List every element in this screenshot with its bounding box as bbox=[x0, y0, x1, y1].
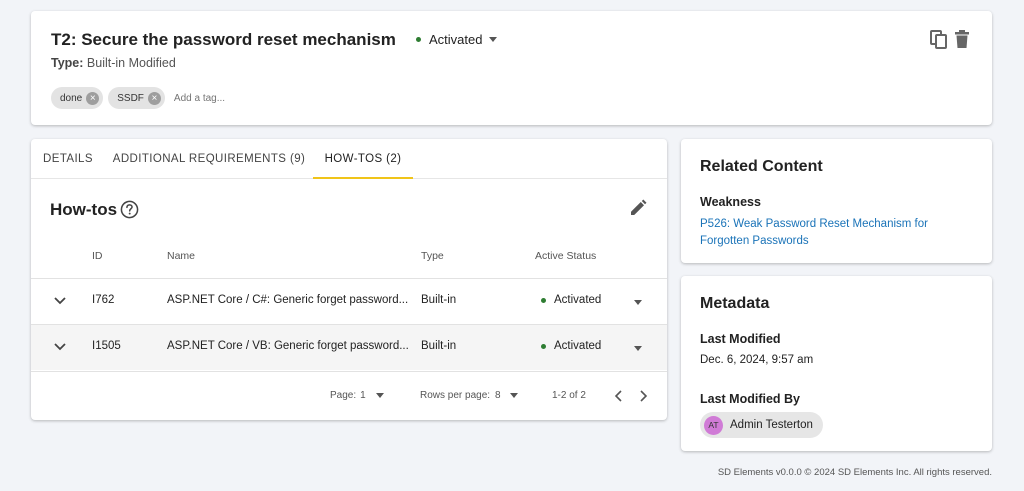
help-icon[interactable] bbox=[120, 200, 139, 219]
cell-id: I762 bbox=[92, 294, 115, 306]
caret-down-icon bbox=[489, 37, 498, 42]
status-caret-down-icon[interactable] bbox=[634, 300, 642, 305]
caret-down-icon bbox=[509, 393, 518, 398]
type-value: Built-in Modified bbox=[86, 56, 176, 70]
column-header-id[interactable]: ID bbox=[92, 250, 103, 262]
tag-chip[interactable]: done × bbox=[51, 87, 104, 109]
status-dot-icon bbox=[541, 343, 546, 349]
last-modified-by-label: Last Modified By bbox=[700, 392, 801, 406]
page-value: 1 bbox=[360, 390, 366, 401]
chevron-down-icon[interactable] bbox=[53, 342, 67, 352]
cell-type: Built-in bbox=[421, 340, 457, 352]
edit-icon[interactable] bbox=[629, 199, 647, 217]
cell-status-label: Activated bbox=[554, 294, 602, 306]
chevron-right-icon[interactable] bbox=[638, 390, 648, 402]
status-label: Activated bbox=[429, 32, 483, 47]
status-dropdown[interactable]: Activated bbox=[416, 32, 498, 47]
table-row[interactable]: I762 ASP.NET Core / C#: Generic forget p… bbox=[31, 278, 667, 324]
column-header-active-status[interactable]: Active Status bbox=[535, 250, 596, 262]
user-name: Admin Testerton bbox=[730, 419, 813, 431]
cell-status: Activated bbox=[541, 294, 601, 306]
type-label: Type: bbox=[51, 56, 84, 70]
tag-chip[interactable]: SSDF × bbox=[108, 87, 165, 109]
weakness-link[interactable]: P526: Weak Password Reset Mechanism for … bbox=[700, 216, 970, 250]
column-header-name[interactable]: Name bbox=[167, 250, 195, 262]
weakness-label: Weakness bbox=[700, 195, 761, 209]
remove-tag-icon[interactable]: × bbox=[86, 91, 100, 105]
status-dot-icon bbox=[416, 37, 421, 42]
status-caret-down-icon[interactable] bbox=[634, 346, 642, 351]
chevron-left-icon[interactable] bbox=[614, 390, 624, 402]
rows-per-page-value: 8 bbox=[495, 390, 501, 401]
avatar: AT bbox=[704, 415, 723, 435]
status-dot-icon bbox=[541, 297, 546, 303]
cell-name: ASP.NET Core / VB: Generic forget passwo… bbox=[167, 340, 409, 352]
rows-per-page-label: Rows per page: bbox=[420, 390, 491, 401]
page-range: 1-2 of 2 bbox=[552, 390, 586, 401]
user-chip[interactable]: AT Admin Testerton bbox=[700, 412, 823, 438]
copyright-footer: SD Elements v0.0.0 © 2024 SD Elements In… bbox=[717, 467, 992, 478]
remove-tag-icon[interactable]: × bbox=[147, 91, 161, 105]
rows-per-page-select[interactable]: Rows per page: 8 bbox=[420, 390, 518, 401]
page-select[interactable]: Page: 1 bbox=[330, 390, 384, 401]
pagination-bar: Page: 1 Rows per page: 8 1-2 of 2 bbox=[31, 371, 667, 420]
cell-id: I1505 bbox=[92, 340, 121, 352]
cell-type: Built-in bbox=[421, 294, 457, 306]
tab-details[interactable]: DETAILS bbox=[31, 139, 105, 179]
related-content-card: Related Content Weakness P526: Weak Pass… bbox=[681, 139, 992, 263]
metadata-title: Metadata bbox=[700, 295, 770, 312]
caret-down-icon bbox=[375, 393, 384, 398]
copy-icon[interactable] bbox=[930, 30, 948, 50]
delete-icon[interactable] bbox=[954, 30, 970, 50]
task-header-card: T2: Secure the password reset mechanism … bbox=[31, 11, 992, 125]
section-title: How-tos bbox=[50, 200, 118, 219]
page-title: T2: Secure the password reset mechanism bbox=[51, 30, 396, 49]
table-row[interactable]: I1505 ASP.NET Core / VB: Generic forget … bbox=[31, 324, 667, 370]
last-modified-value: Dec. 6, 2024, 9:57 am bbox=[700, 354, 814, 366]
add-tag-input[interactable] bbox=[173, 92, 294, 104]
cell-status: Activated bbox=[541, 340, 601, 352]
tag-label: SSDF bbox=[117, 92, 144, 104]
cell-status-label: Activated bbox=[554, 340, 602, 352]
tab-how-tos[interactable]: HOW-TOS (2) bbox=[313, 139, 413, 179]
how-tos-card: DETAILS ADDITIONAL REQUIREMENTS (9) HOW-… bbox=[31, 139, 667, 420]
tag-label: done bbox=[60, 92, 83, 104]
header-actions bbox=[930, 30, 970, 50]
chevron-down-icon[interactable] bbox=[53, 296, 67, 306]
page-label: Page: bbox=[330, 390, 357, 401]
cell-name: ASP.NET Core / C#: Generic forget passwo… bbox=[167, 294, 409, 306]
tab-bar: DETAILS ADDITIONAL REQUIREMENTS (9) HOW-… bbox=[31, 139, 667, 179]
last-modified-label: Last Modified bbox=[700, 332, 781, 346]
type-line: Type: Built-in Modified bbox=[51, 56, 176, 70]
column-header-type[interactable]: Type bbox=[421, 250, 444, 262]
related-content-title: Related Content bbox=[700, 158, 823, 175]
tab-additional-requirements[interactable]: ADDITIONAL REQUIREMENTS (9) bbox=[105, 139, 313, 179]
metadata-card: Metadata Last Modified Dec. 6, 2024, 9:5… bbox=[681, 276, 992, 451]
tag-list: done × SSDF × bbox=[51, 87, 294, 109]
